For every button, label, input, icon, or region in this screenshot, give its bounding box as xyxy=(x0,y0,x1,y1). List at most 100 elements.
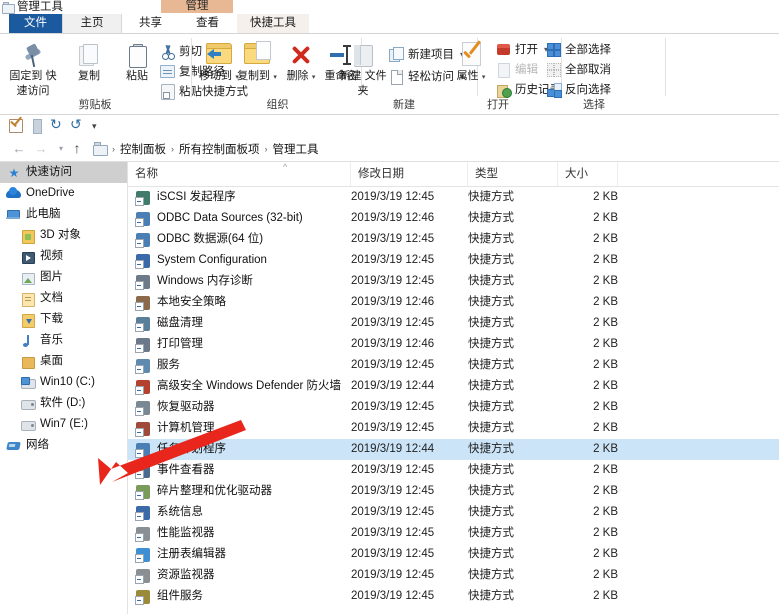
table-row[interactable]: 恢复驱动器 2019/3/19 12:45 快捷方式 2 KB xyxy=(128,397,779,418)
copy-button[interactable]: 复制 xyxy=(62,38,116,83)
navigation-pane: ★ 快速访问 OneDrive 此电脑 3D 对象 视频 图片文档下载音乐桌面 Win10 (… xyxy=(0,162,128,614)
edit-icon xyxy=(496,62,511,78)
tab-shortcut-tools[interactable]: 快捷工具 xyxy=(237,14,309,33)
file-name-cell: ODBC Data Sources (32-bit) xyxy=(135,208,303,229)
table-row[interactable]: 任务计划程序 2019/3/19 12:44 快捷方式 2 KB xyxy=(128,439,779,460)
properties-check-icon xyxy=(444,38,498,68)
file-date-cell: 2019/3/19 12:45 xyxy=(351,233,435,245)
breadcrumb-item-control-panel[interactable]: 控制面板 xyxy=(118,141,168,157)
column-header-date-modified[interactable]: 修改日期 xyxy=(351,162,468,186)
file-type-cell: 快捷方式 xyxy=(468,254,514,266)
table-row[interactable]: 组件服务 2019/3/19 12:45 快捷方式 2 KB xyxy=(128,586,779,607)
table-row[interactable]: 性能监视器 2019/3/19 12:45 快捷方式 2 KB xyxy=(128,523,779,544)
sidebar-item-3[interactable]: 3D 对象 xyxy=(0,225,127,246)
file-date-cell: 2019/3/19 12:45 xyxy=(351,569,435,581)
sidebar-item-2[interactable]: 此电脑 xyxy=(0,204,127,225)
ribbon: 固定到 快速访问 复制 粘贴 剪切 复制路径 xyxy=(0,34,779,115)
file-type-cell: 快捷方式 xyxy=(468,527,514,539)
table-row[interactable]: System Configuration 2019/3/19 12:45 快捷方式 2… xyxy=(128,250,779,271)
music-icon xyxy=(20,333,36,349)
table-row[interactable]: ODBC Data Sources (32-bit) 2019/3/19 12:4… xyxy=(128,208,779,229)
edit-button[interactable]: 编辑 xyxy=(496,60,538,78)
table-row[interactable]: 打印管理 2019/3/19 12:46 快捷方式 2 KB xyxy=(128,334,779,355)
table-row[interactable]: 碎片整理和优化驱动器 2019/3/19 12:45 快捷方式 2 KB xyxy=(128,481,779,502)
sidebar-item-12[interactable]: Win7 (E:) xyxy=(0,414,127,435)
file-date-cell: 2019/3/19 12:45 xyxy=(351,359,435,371)
table-row[interactable]: ODBC 数据源(64 位) 2019/3/19 12:45 快捷方式 2 KB xyxy=(128,229,779,250)
sidebar-item-7[interactable]: 下载 xyxy=(0,309,127,330)
column-header-name[interactable]: 名称 xyxy=(128,162,351,186)
redo-icon[interactable]: ↻ xyxy=(50,118,65,133)
table-row[interactable]: 本地安全策略 2019/3/19 12:46 快捷方式 2 KB xyxy=(128,292,779,313)
chevron-down-icon[interactable]: ▾ xyxy=(482,74,486,81)
sidebar-item-0[interactable]: ★ 快速访问 xyxy=(0,162,127,183)
sidebar-item-1[interactable]: OneDrive xyxy=(0,183,127,204)
pin-to-quick-access-button[interactable]: 固定到 快速访问 xyxy=(6,38,60,97)
memory-diagnostic-icon xyxy=(135,274,151,290)
column-header-size[interactable]: 大小 xyxy=(558,162,618,186)
contextual-tab-manage[interactable]: 管理 xyxy=(161,0,233,13)
table-row[interactable]: 系统信息 2019/3/19 12:45 快捷方式 2 KB xyxy=(128,502,779,523)
back-button[interactable]: ← xyxy=(10,139,28,157)
sidebar-item-9[interactable]: 桌面 xyxy=(0,351,127,372)
breadcrumb-item-administrative-tools[interactable]: 管理工具 xyxy=(271,141,321,157)
table-row[interactable]: 服务 2019/3/19 12:45 快捷方式 2 KB xyxy=(128,355,779,376)
tab-view[interactable]: 查看 xyxy=(180,14,235,33)
table-row[interactable]: 资源监视器 2019/3/19 12:45 快捷方式 2 KB xyxy=(128,565,779,586)
3d-objects-icon xyxy=(20,228,36,244)
firewall-icon xyxy=(135,379,151,395)
sidebar-item-label: 文档 xyxy=(40,292,63,304)
open-button[interactable]: 打开 ▾ xyxy=(496,40,548,58)
table-row[interactable]: 注册表编辑器 2019/3/19 12:45 快捷方式 2 KB xyxy=(128,544,779,565)
file-type-cell: 快捷方式 xyxy=(468,296,514,308)
file-size-cell: 2 KB xyxy=(593,590,618,602)
sidebar-item-10[interactable]: Win10 (C:) xyxy=(0,372,127,393)
file-date-cell: 2019/3/19 12:45 xyxy=(351,485,435,497)
new-folder-button[interactable]: 新建 文件夹 xyxy=(336,38,390,97)
properties-button[interactable]: 属性 ▾ xyxy=(444,38,498,83)
sidebar-item-label: 网络 xyxy=(26,439,49,451)
file-size-cell: 2 KB xyxy=(593,506,618,518)
sidebar-item-11[interactable]: 软件 (D:) xyxy=(0,393,127,414)
sidebar-item-6[interactable]: 文档 xyxy=(0,288,127,309)
select-all-icon xyxy=(546,42,561,57)
sidebar-item-label: 音乐 xyxy=(40,334,63,346)
file-size-cell: 2 KB xyxy=(593,443,618,455)
sidebar-item-13[interactable]: 网络 xyxy=(0,435,127,456)
breadcrumb-separator[interactable]: › xyxy=(262,144,271,154)
sidebar-item-4[interactable]: 视频 xyxy=(0,246,127,267)
tab-share[interactable]: 共享 xyxy=(123,14,178,33)
file-date-cell: 2019/3/19 12:45 xyxy=(351,275,435,287)
sidebar-item-5[interactable]: 图片 xyxy=(0,267,127,288)
pictures-icon xyxy=(20,270,36,286)
window-title: 管理工具 xyxy=(17,1,63,13)
breadcrumb-separator[interactable]: › xyxy=(168,144,177,154)
properties-icon[interactable] xyxy=(29,118,44,134)
paste-button[interactable]: 粘贴 xyxy=(110,38,164,83)
file-name-label: 恢复驱动器 xyxy=(157,401,215,413)
select-all-button[interactable]: 全部选择 xyxy=(546,40,611,58)
table-row[interactable]: 计算机管理 2019/3/19 12:45 快捷方式 2 KB xyxy=(128,418,779,439)
folder-icon xyxy=(2,1,15,14)
breadcrumb-item-all-control-panel-items[interactable]: 所有控制面板项 xyxy=(177,141,262,157)
column-header-type[interactable]: 类型 xyxy=(468,162,558,186)
table-row[interactable]: Windows 内存诊断 2019/3/19 12:45 快捷方式 2 KB xyxy=(128,271,779,292)
table-row[interactable]: iSCSI 发起程序 2019/3/19 12:45 快捷方式 2 KB xyxy=(128,187,779,208)
tab-home[interactable]: 主页 xyxy=(62,14,122,33)
breadcrumb[interactable]: › 控制面板 › 所有控制面板项 › 管理工具 xyxy=(88,137,773,160)
print-management-icon xyxy=(135,337,151,353)
table-row[interactable]: 高级安全 Windows Defender 防火墙 2019/3/19 12:44… xyxy=(128,376,779,397)
file-list-pane: 名称 ^ 修改日期 类型 大小 iSCSI 发起程序 2019/3/19 12:4… xyxy=(128,162,779,614)
file-name-label: 事件查看器 xyxy=(157,464,215,476)
forward-button[interactable]: → xyxy=(32,139,50,157)
customize-qat-chevron-icon[interactable]: ▾ xyxy=(92,118,107,133)
tab-file[interactable]: 文件 xyxy=(9,14,62,33)
up-button[interactable]: ↑ xyxy=(68,139,86,157)
sidebar-item-8[interactable]: 音乐 xyxy=(0,330,127,351)
file-size-cell: 2 KB xyxy=(593,296,618,308)
select-none-button[interactable]: 全部取消 xyxy=(546,60,611,78)
table-row[interactable]: 磁盘清理 2019/3/19 12:45 快捷方式 2 KB xyxy=(128,313,779,334)
table-row[interactable]: 事件查看器 2019/3/19 12:45 快捷方式 2 KB xyxy=(128,460,779,481)
save-icon[interactable] xyxy=(8,116,23,133)
undo-icon[interactable]: ↺ xyxy=(70,118,85,133)
